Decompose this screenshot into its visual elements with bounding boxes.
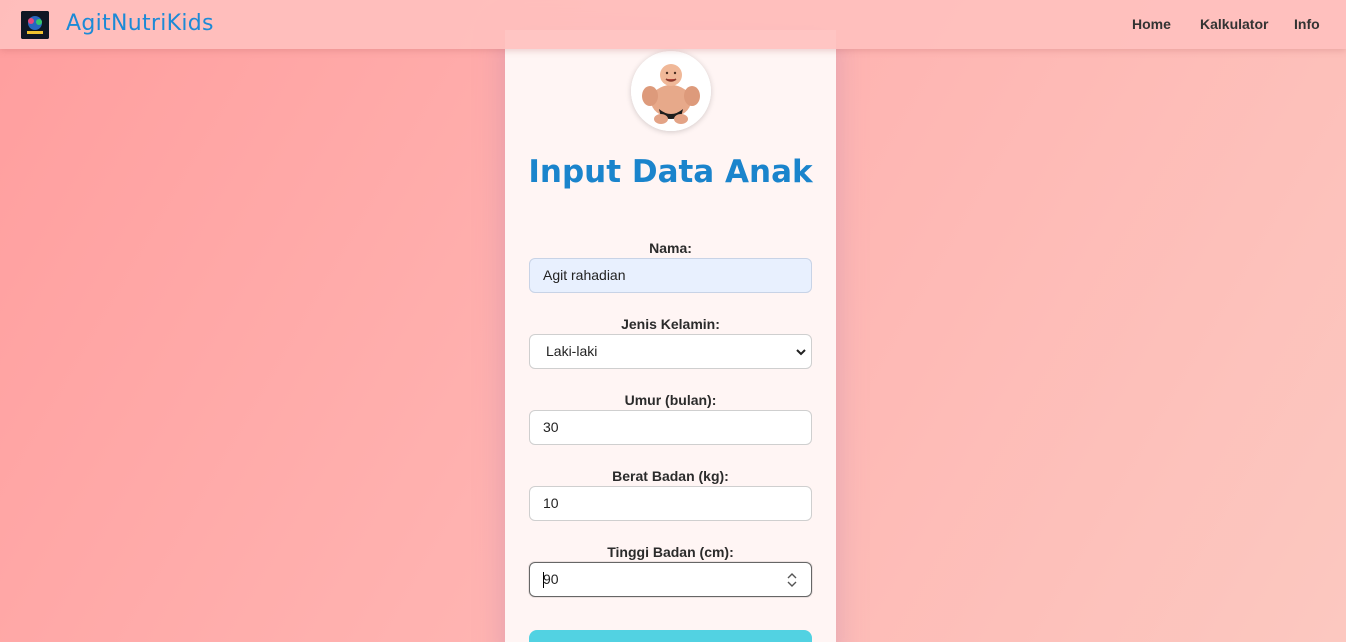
nav-link-home[interactable]: Home [1132, 16, 1171, 32]
tinggi-input[interactable]: 90 [529, 562, 812, 597]
brand-name[interactable]: AgitNutriKids [66, 11, 214, 36]
chevron-down-icon [796, 349, 806, 356]
jenis-kelamin-label: Jenis Kelamin: [621, 316, 720, 332]
nama-value: Agit rahadian [543, 267, 626, 283]
navbar: AgitNutriKids Home Kalkulator Info [0, 0, 1346, 49]
submit-button[interactable] [529, 630, 812, 642]
berat-input[interactable]: 10 [529, 486, 812, 521]
tinggi-value: 90 [543, 571, 559, 587]
jenis-kelamin-value: Laki-laki [546, 343, 598, 359]
nama-label: Nama: [649, 240, 692, 256]
umur-input[interactable]: 30 [529, 410, 812, 445]
form-card: Input Data Anak Nama: Agit rahadian Jeni… [505, 30, 836, 642]
form-title: Input Data Anak [528, 154, 813, 190]
baby-avatar-image [631, 51, 711, 131]
tinggi-label: Tinggi Badan (cm): [607, 544, 734, 560]
spinner-icon[interactable] [787, 572, 797, 588]
berat-value: 10 [543, 495, 559, 511]
nav-link-kalkulator[interactable]: Kalkulator [1200, 16, 1268, 32]
berat-label: Berat Badan (kg): [612, 468, 729, 484]
logo-icon[interactable] [21, 11, 49, 39]
umur-label: Umur (bulan): [624, 392, 717, 408]
text-caret [543, 572, 544, 588]
nama-input[interactable]: Agit rahadian [529, 258, 812, 293]
jenis-kelamin-select[interactable]: Laki-laki [529, 334, 812, 369]
umur-value: 30 [543, 419, 559, 435]
nav-link-info[interactable]: Info [1294, 16, 1320, 32]
